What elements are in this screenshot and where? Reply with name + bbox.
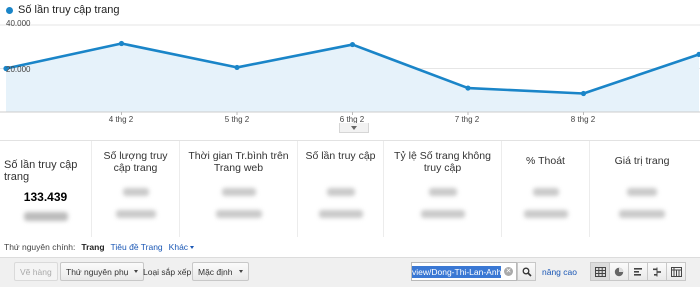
metric-blurred-value: [428, 188, 457, 196]
dimension-more-dropdown[interactable]: Khác: [168, 242, 195, 252]
metric-label: Tỷ lệ Số trang không truy cập: [394, 150, 491, 174]
data-point: [580, 90, 587, 97]
metric-label: Giá trị trang: [614, 155, 670, 167]
secondary-dimension-label: Thứ nguyên phụ: [66, 266, 129, 277]
x-tick-label: 7 thg 2: [454, 115, 480, 124]
metric-blurred-value: [627, 188, 657, 196]
y-tick-label: 40.000: [6, 19, 31, 28]
metric-exit-percent[interactable]: % Thoát: [502, 141, 590, 237]
plot-rows-label: Vẽ hàng: [20, 266, 52, 277]
x-tick-label: 5 thg 2: [224, 115, 250, 124]
metric-blurred-value: [619, 210, 665, 218]
metric-sessions[interactable]: Số lần truy cập: [298, 141, 384, 237]
metric-blurred-value: [523, 210, 568, 218]
clear-icon[interactable]: ✕: [504, 267, 513, 276]
view-comparison-button[interactable]: [647, 262, 667, 281]
plot-rows-button[interactable]: Vẽ hàng: [14, 262, 58, 281]
bar-list-icon: [634, 267, 642, 276]
sort-type-value: Mặc định: [198, 266, 233, 277]
data-point: [118, 40, 125, 47]
data-point: [465, 85, 471, 91]
metric-bounce-rate[interactable]: Tỷ lệ Số trang không truy cập: [384, 141, 502, 237]
search-input-value: view/Dong-Thi-Lan-Anh: [412, 265, 502, 278]
metric-blurred-value: [532, 188, 559, 196]
sort-type-dropdown[interactable]: Mặc định: [192, 262, 249, 281]
metric-blurred-value: [318, 210, 363, 218]
line-chart: 40.000 20.000 4 thg 2 5 thg 2 6 thg 2 7 …: [0, 18, 700, 133]
metric-blurred-value: [23, 212, 68, 221]
metric-label: Số lần truy cập trang: [4, 159, 78, 183]
legend-label: Số lần truy cập trang: [18, 4, 120, 16]
table-view-switcher: [590, 262, 686, 281]
metric-avg-time[interactable]: Thời gian Tr.bình trên Trang web: [180, 141, 298, 237]
table-toolbar: Vẽ hàng Thứ nguyên phụ Loại sắp xếp: Mặc…: [0, 257, 700, 287]
chart-canvas: [0, 24, 700, 115]
series-area: [6, 43, 699, 112]
dimension-option-page[interactable]: Trang: [81, 242, 104, 252]
metric-blurred-value: [221, 188, 256, 196]
view-performance-button[interactable]: [628, 262, 648, 281]
primary-dimension-label: Thứ nguyên chính:: [4, 242, 76, 252]
metric-label: % Thoát: [526, 155, 565, 167]
metric-blurred-value: [326, 188, 355, 196]
metric-label: Số lần truy cập: [305, 150, 376, 162]
data-point: [349, 41, 356, 48]
metrics-summary: Số lần truy cập trang 133.439 Số lượng t…: [0, 140, 700, 237]
chevron-down-icon: [190, 246, 195, 250]
view-pie-button[interactable]: [609, 262, 629, 281]
chevron-down-icon: [351, 125, 357, 130]
view-pivot-button[interactable]: [666, 262, 686, 281]
search-icon: [522, 267, 532, 277]
secondary-dimension-dropdown[interactable]: Thứ nguyên phụ: [60, 262, 145, 281]
metric-blurred-value: [122, 188, 149, 196]
metric-label: Thời gian Tr.bình trên Trang web: [188, 150, 289, 174]
legend-dot-icon: [6, 6, 13, 14]
comparison-icon: [653, 267, 661, 276]
metric-page-value[interactable]: Giá trị trang: [590, 141, 694, 237]
metric-label: Số lượng truy cập trang: [103, 150, 168, 174]
pivot-table-icon: [670, 266, 682, 277]
metric-blurred-value: [420, 210, 465, 218]
x-tick-label: 4 thg 2: [108, 115, 134, 124]
x-tick-label: 8 thg 2: [570, 115, 596, 124]
chart-legend: Số lần truy cập trang: [6, 2, 120, 18]
dimension-more-label: Khác: [168, 242, 189, 252]
table-search-input[interactable]: view/Dong-Thi-Lan-Anh ✕: [411, 262, 517, 281]
metric-pageviews[interactable]: Số lần truy cập trang 133.439: [0, 141, 92, 237]
chevron-down-icon: [134, 270, 139, 273]
sort-type-label: Loại sắp xếp:: [143, 267, 194, 277]
y-tick-label: 20.000: [6, 65, 31, 74]
metric-blurred-value: [215, 210, 262, 218]
search-button[interactable]: [517, 262, 536, 281]
metric-blurred-value: [115, 210, 156, 218]
advanced-filter-link[interactable]: nâng cao: [542, 267, 577, 277]
data-point: [234, 64, 240, 71]
view-table-button[interactable]: [590, 262, 610, 281]
metric-value: 133.439: [23, 190, 68, 204]
chart-collapse-button[interactable]: [339, 123, 369, 133]
chevron-down-icon: [238, 270, 243, 273]
dimension-option-page-title[interactable]: Tiêu đề Trang: [111, 242, 163, 252]
primary-dimension-row: Thứ nguyên chính: Trang Tiêu đề Trang Kh…: [4, 240, 195, 254]
table-grid-icon: [594, 266, 606, 277]
metric-unique-pageviews[interactable]: Số lượng truy cập trang: [92, 141, 180, 237]
pie-chart-icon: [614, 267, 624, 276]
